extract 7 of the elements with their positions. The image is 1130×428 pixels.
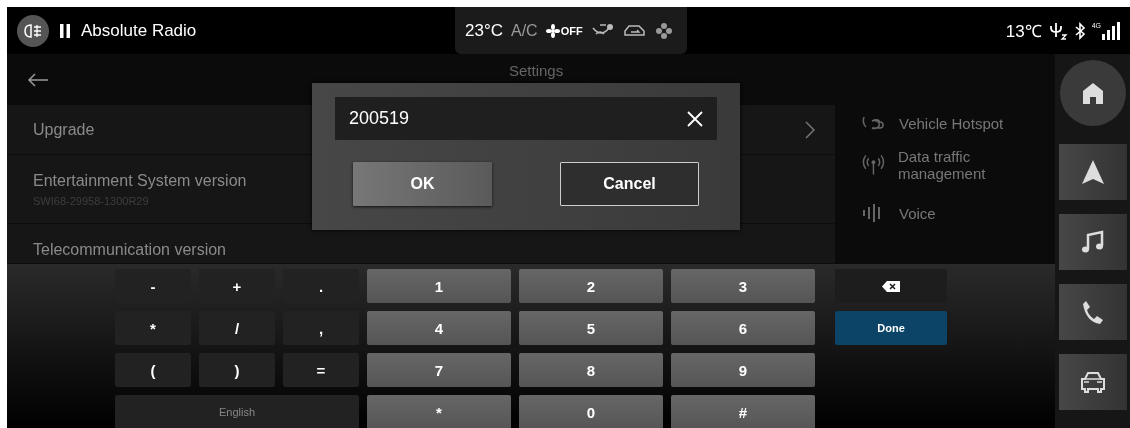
outside-temperature: 13℃ xyxy=(1005,21,1042,42)
fan-status: OFF xyxy=(560,24,583,37)
page-title: Settings xyxy=(509,62,564,79)
radio-station: Absolute Radio xyxy=(81,20,197,41)
setting-title: Entertainment System version xyxy=(33,171,247,190)
setting-title: Telecommunication version xyxy=(33,241,226,259)
setting-title: Upgrade xyxy=(33,120,95,139)
